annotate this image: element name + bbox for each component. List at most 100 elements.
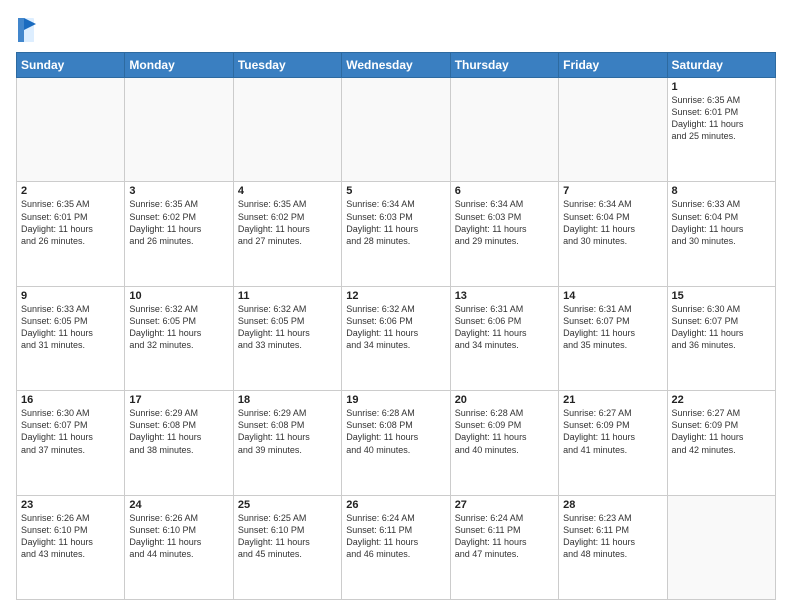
calendar-week-5: 23Sunrise: 6:26 AM Sunset: 6:10 PM Dayli… [17, 495, 776, 599]
day-info: Sunrise: 6:32 AM Sunset: 6:05 PM Dayligh… [129, 303, 228, 352]
weekday-header-friday: Friday [559, 53, 667, 78]
weekday-header-saturday: Saturday [667, 53, 775, 78]
calendar-table: SundayMondayTuesdayWednesdayThursdayFrid… [16, 52, 776, 600]
day-info: Sunrise: 6:34 AM Sunset: 6:03 PM Dayligh… [346, 198, 445, 247]
day-info: Sunrise: 6:27 AM Sunset: 6:09 PM Dayligh… [672, 407, 771, 456]
day-number: 22 [672, 394, 771, 406]
day-number: 6 [455, 185, 554, 197]
day-info: Sunrise: 6:29 AM Sunset: 6:08 PM Dayligh… [238, 407, 337, 456]
calendar-cell [17, 78, 125, 182]
day-number: 25 [238, 499, 337, 511]
day-number: 27 [455, 499, 554, 511]
calendar-cell: 15Sunrise: 6:30 AM Sunset: 6:07 PM Dayli… [667, 286, 775, 390]
logo [16, 16, 40, 44]
day-info: Sunrise: 6:34 AM Sunset: 6:04 PM Dayligh… [563, 198, 662, 247]
calendar-cell: 9Sunrise: 6:33 AM Sunset: 6:05 PM Daylig… [17, 286, 125, 390]
day-info: Sunrise: 6:30 AM Sunset: 6:07 PM Dayligh… [21, 407, 120, 456]
calendar-cell: 12Sunrise: 6:32 AM Sunset: 6:06 PM Dayli… [342, 286, 450, 390]
day-info: Sunrise: 6:35 AM Sunset: 6:01 PM Dayligh… [672, 94, 771, 143]
calendar-week-4: 16Sunrise: 6:30 AM Sunset: 6:07 PM Dayli… [17, 391, 776, 495]
calendar-cell: 7Sunrise: 6:34 AM Sunset: 6:04 PM Daylig… [559, 182, 667, 286]
day-number: 18 [238, 394, 337, 406]
calendar-week-2: 2Sunrise: 6:35 AM Sunset: 6:01 PM Daylig… [17, 182, 776, 286]
day-number: 20 [455, 394, 554, 406]
day-number: 28 [563, 499, 662, 511]
calendar-week-1: 1Sunrise: 6:35 AM Sunset: 6:01 PM Daylig… [17, 78, 776, 182]
day-number: 3 [129, 185, 228, 197]
calendar-week-3: 9Sunrise: 6:33 AM Sunset: 6:05 PM Daylig… [17, 286, 776, 390]
day-number: 8 [672, 185, 771, 197]
calendar-cell: 5Sunrise: 6:34 AM Sunset: 6:03 PM Daylig… [342, 182, 450, 286]
calendar-cell: 11Sunrise: 6:32 AM Sunset: 6:05 PM Dayli… [233, 286, 341, 390]
calendar-cell: 21Sunrise: 6:27 AM Sunset: 6:09 PM Dayli… [559, 391, 667, 495]
day-number: 10 [129, 290, 228, 302]
calendar-cell: 10Sunrise: 6:32 AM Sunset: 6:05 PM Dayli… [125, 286, 233, 390]
day-info: Sunrise: 6:29 AM Sunset: 6:08 PM Dayligh… [129, 407, 228, 456]
day-number: 13 [455, 290, 554, 302]
day-info: Sunrise: 6:25 AM Sunset: 6:10 PM Dayligh… [238, 512, 337, 561]
day-info: Sunrise: 6:31 AM Sunset: 6:07 PM Dayligh… [563, 303, 662, 352]
day-info: Sunrise: 6:26 AM Sunset: 6:10 PM Dayligh… [21, 512, 120, 561]
weekday-header-wednesday: Wednesday [342, 53, 450, 78]
day-number: 12 [346, 290, 445, 302]
day-info: Sunrise: 6:35 AM Sunset: 6:02 PM Dayligh… [129, 198, 228, 247]
day-number: 24 [129, 499, 228, 511]
day-info: Sunrise: 6:35 AM Sunset: 6:01 PM Dayligh… [21, 198, 120, 247]
calendar-cell: 17Sunrise: 6:29 AM Sunset: 6:08 PM Dayli… [125, 391, 233, 495]
calendar-cell: 23Sunrise: 6:26 AM Sunset: 6:10 PM Dayli… [17, 495, 125, 599]
day-info: Sunrise: 6:24 AM Sunset: 6:11 PM Dayligh… [455, 512, 554, 561]
calendar-cell: 18Sunrise: 6:29 AM Sunset: 6:08 PM Dayli… [233, 391, 341, 495]
calendar-cell: 16Sunrise: 6:30 AM Sunset: 6:07 PM Dayli… [17, 391, 125, 495]
day-info: Sunrise: 6:34 AM Sunset: 6:03 PM Dayligh… [455, 198, 554, 247]
calendar-cell [342, 78, 450, 182]
day-info: Sunrise: 6:27 AM Sunset: 6:09 PM Dayligh… [563, 407, 662, 456]
day-number: 17 [129, 394, 228, 406]
day-info: Sunrise: 6:28 AM Sunset: 6:09 PM Dayligh… [455, 407, 554, 456]
day-number: 7 [563, 185, 662, 197]
day-info: Sunrise: 6:28 AM Sunset: 6:08 PM Dayligh… [346, 407, 445, 456]
day-number: 23 [21, 499, 120, 511]
day-info: Sunrise: 6:32 AM Sunset: 6:05 PM Dayligh… [238, 303, 337, 352]
day-number: 21 [563, 394, 662, 406]
day-number: 14 [563, 290, 662, 302]
page: SundayMondayTuesdayWednesdayThursdayFrid… [0, 0, 792, 612]
weekday-header-monday: Monday [125, 53, 233, 78]
calendar-cell: 3Sunrise: 6:35 AM Sunset: 6:02 PM Daylig… [125, 182, 233, 286]
calendar-body: 1Sunrise: 6:35 AM Sunset: 6:01 PM Daylig… [17, 78, 776, 600]
calendar-cell [125, 78, 233, 182]
day-info: Sunrise: 6:35 AM Sunset: 6:02 PM Dayligh… [238, 198, 337, 247]
calendar-cell: 25Sunrise: 6:25 AM Sunset: 6:10 PM Dayli… [233, 495, 341, 599]
calendar-cell: 26Sunrise: 6:24 AM Sunset: 6:11 PM Dayli… [342, 495, 450, 599]
day-info: Sunrise: 6:24 AM Sunset: 6:11 PM Dayligh… [346, 512, 445, 561]
day-info: Sunrise: 6:33 AM Sunset: 6:05 PM Dayligh… [21, 303, 120, 352]
logo-icon [16, 16, 36, 44]
calendar-cell: 14Sunrise: 6:31 AM Sunset: 6:07 PM Dayli… [559, 286, 667, 390]
day-number: 15 [672, 290, 771, 302]
calendar-cell [559, 78, 667, 182]
calendar-cell: 6Sunrise: 6:34 AM Sunset: 6:03 PM Daylig… [450, 182, 558, 286]
header-row: SundayMondayTuesdayWednesdayThursdayFrid… [17, 53, 776, 78]
day-number: 9 [21, 290, 120, 302]
day-info: Sunrise: 6:31 AM Sunset: 6:06 PM Dayligh… [455, 303, 554, 352]
day-number: 16 [21, 394, 120, 406]
calendar-header: SundayMondayTuesdayWednesdayThursdayFrid… [17, 53, 776, 78]
calendar-cell: 4Sunrise: 6:35 AM Sunset: 6:02 PM Daylig… [233, 182, 341, 286]
calendar-cell [667, 495, 775, 599]
day-number: 19 [346, 394, 445, 406]
day-number: 5 [346, 185, 445, 197]
day-info: Sunrise: 6:32 AM Sunset: 6:06 PM Dayligh… [346, 303, 445, 352]
calendar-cell: 24Sunrise: 6:26 AM Sunset: 6:10 PM Dayli… [125, 495, 233, 599]
day-number: 2 [21, 185, 120, 197]
day-info: Sunrise: 6:33 AM Sunset: 6:04 PM Dayligh… [672, 198, 771, 247]
calendar-cell: 19Sunrise: 6:28 AM Sunset: 6:08 PM Dayli… [342, 391, 450, 495]
header [16, 12, 776, 44]
calendar-cell: 8Sunrise: 6:33 AM Sunset: 6:04 PM Daylig… [667, 182, 775, 286]
day-info: Sunrise: 6:23 AM Sunset: 6:11 PM Dayligh… [563, 512, 662, 561]
calendar-cell [233, 78, 341, 182]
day-number: 11 [238, 290, 337, 302]
day-number: 4 [238, 185, 337, 197]
calendar-cell: 28Sunrise: 6:23 AM Sunset: 6:11 PM Dayli… [559, 495, 667, 599]
calendar-cell: 13Sunrise: 6:31 AM Sunset: 6:06 PM Dayli… [450, 286, 558, 390]
day-info: Sunrise: 6:30 AM Sunset: 6:07 PM Dayligh… [672, 303, 771, 352]
day-number: 26 [346, 499, 445, 511]
